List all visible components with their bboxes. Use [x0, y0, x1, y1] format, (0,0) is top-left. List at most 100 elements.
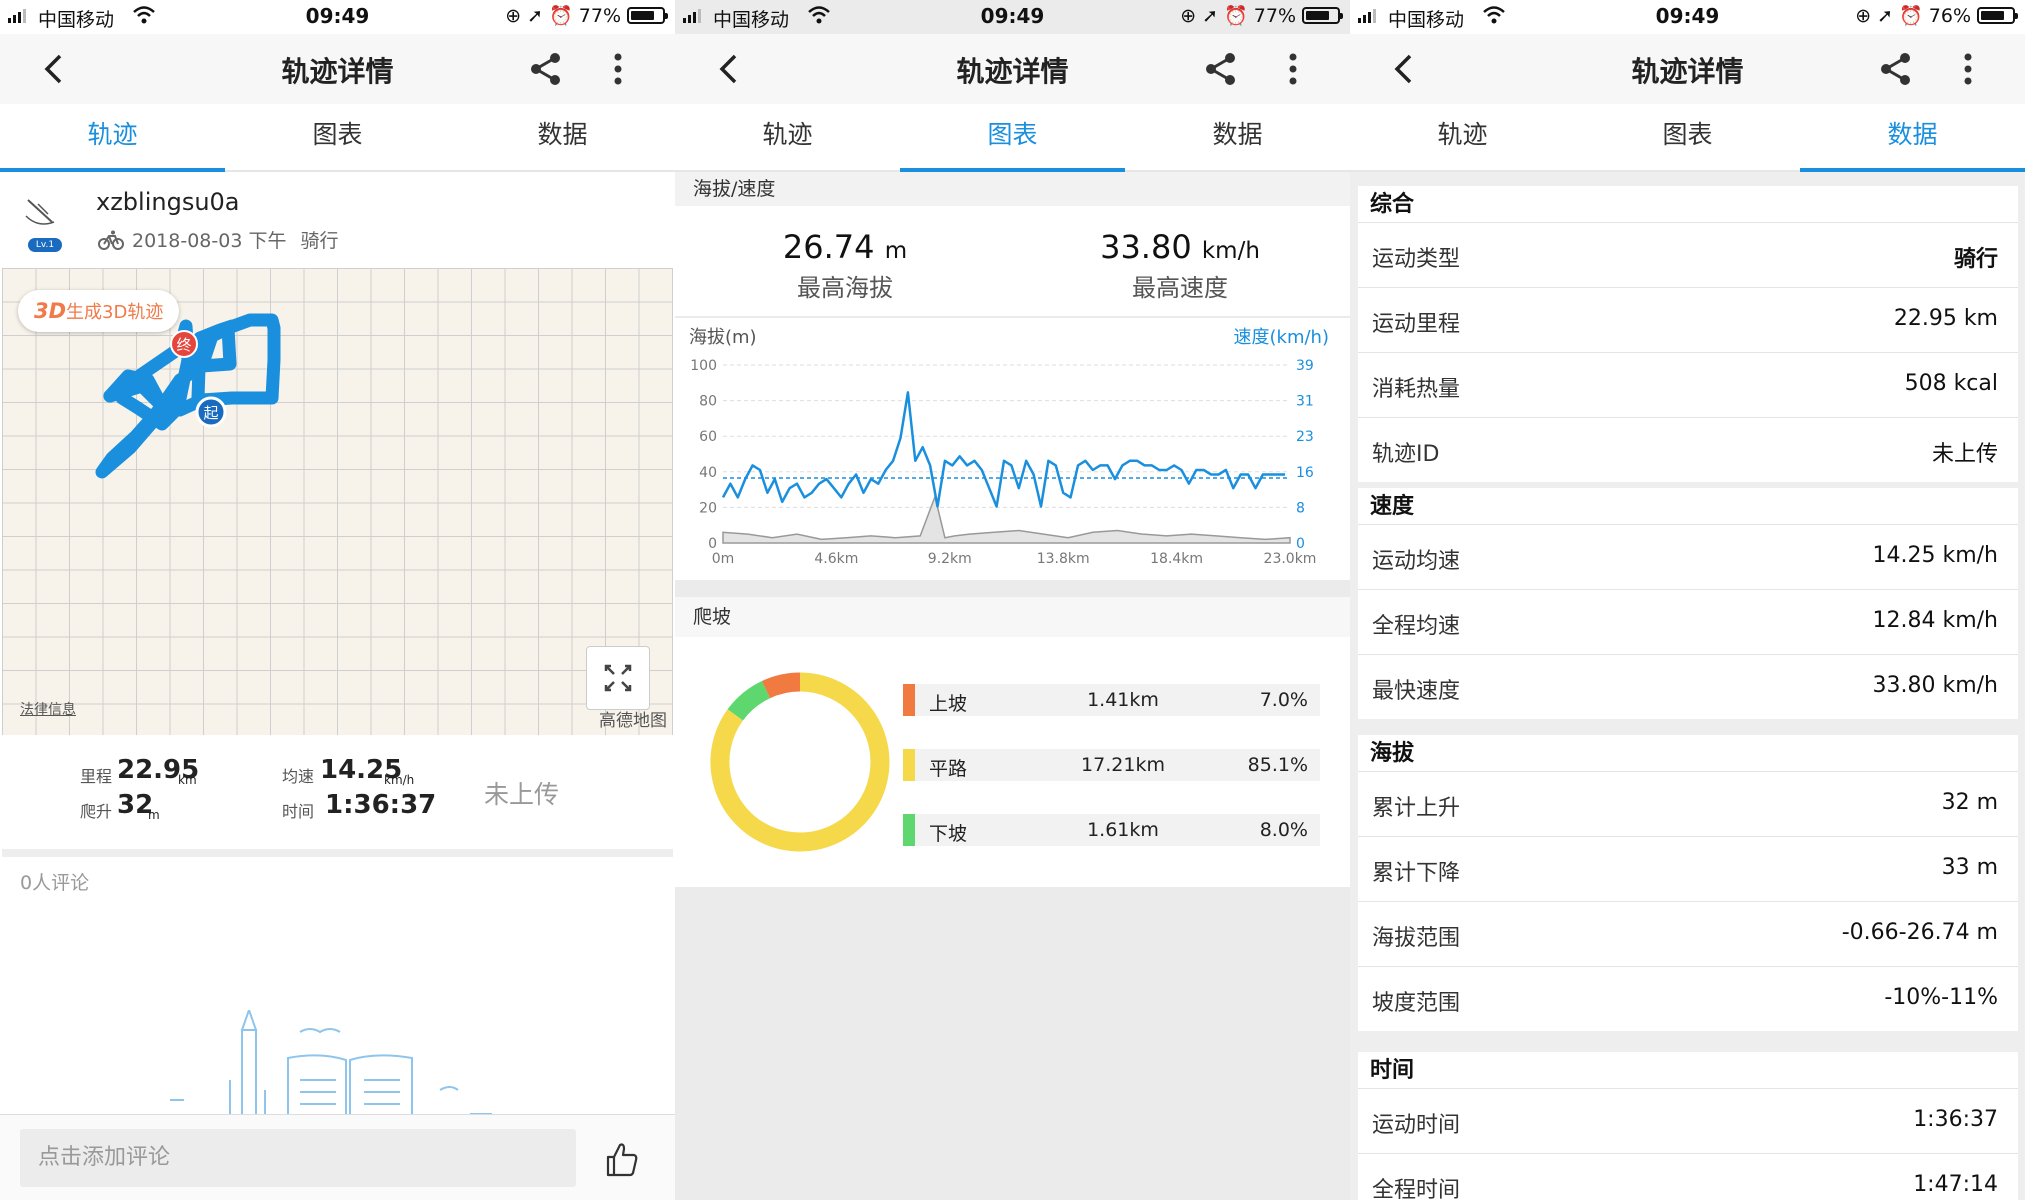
battery-percent: 76%	[1928, 4, 1971, 27]
tab-bar: 轨迹 图表 数据	[675, 104, 1350, 172]
legend-name-flat: 平路	[929, 758, 968, 780]
climb-label: 爬升	[80, 802, 113, 821]
climb-breakdown: 上坡 1.41km 7.0% 平路 17.21km 85.1% 下坡 1.61k…	[675, 637, 1350, 887]
status-bar: 中国移动 09:49 ⊕ ➚ ⏰ 77%	[675, 0, 1350, 34]
row-value: 33.80 km/h	[1872, 673, 1998, 698]
y-tick-label: 0	[708, 536, 717, 552]
row-value: -10%-11%	[1884, 985, 1998, 1010]
legend-swatch-downhill	[903, 814, 915, 846]
map-provider: 高德地图	[599, 711, 667, 731]
orientation-lock-icon: ⊕	[505, 4, 522, 27]
tab-chart[interactable]: 图表	[225, 104, 450, 170]
nav-header: 轨迹详情	[0, 34, 675, 104]
generate-3d-button[interactable]: 3D生成3D轨迹	[18, 290, 180, 332]
tab-bar: 轨迹 图表 数据	[0, 104, 675, 172]
status-bar: 中国移动 09:49 ⊕ ➚ ⏰ 77%	[0, 0, 675, 34]
tab-track[interactable]: 轨迹	[675, 104, 900, 170]
tab-track[interactable]: 轨迹	[0, 104, 225, 172]
nav-header: 轨迹详情	[1350, 34, 2025, 104]
row-value: 33 m	[1941, 855, 1998, 880]
group-title: 时间	[1358, 1052, 2018, 1089]
tab-data[interactable]: 数据	[450, 104, 675, 170]
upload-status[interactable]: 未上传	[484, 775, 559, 811]
page-title: 轨迹详情	[1631, 55, 1744, 88]
row-key: 海拔范围	[1372, 926, 1461, 951]
x-tick-label: 23.0km	[1264, 551, 1317, 567]
battery-percent: 77%	[1253, 4, 1296, 27]
tab-chart[interactable]: 图表	[1575, 104, 1800, 170]
climb-unit: m	[148, 808, 160, 822]
more-icon[interactable]	[604, 51, 632, 87]
row-key: 累计下降	[1372, 861, 1461, 886]
tab-data[interactable]: 数据	[1125, 104, 1350, 170]
nav-header: 轨迹详情	[675, 34, 1350, 104]
max-altitude-unit: m	[884, 238, 908, 264]
user-info: Lv.1 xzblingsu0a 2018-08-03 下午 骑行	[0, 172, 675, 268]
y2-tick-label: 8	[1296, 500, 1305, 516]
group-title: 海拔	[1358, 735, 2018, 772]
y-tick-label: 80	[699, 394, 717, 410]
data-row: 最快速度 33.80 km/h	[1358, 655, 2018, 719]
data-row: 累计上升 32 m	[1358, 772, 2018, 837]
more-icon[interactable]	[1954, 51, 1982, 87]
comment-count: 0人评论	[20, 872, 90, 894]
data-group-overview: 综合 运动类型 骑行 运动里程 22.95 km 消耗热量 508 kcal 轨迹ID…	[1358, 186, 2018, 482]
row-value: 骑行	[1953, 247, 1998, 272]
orientation-lock-icon: ⊕	[1855, 4, 1872, 27]
y-tick-label: 40	[699, 465, 717, 481]
comment-input[interactable]: 点击添加评论	[20, 1129, 576, 1187]
avatar[interactable]: Lv.1	[18, 192, 74, 254]
share-icon[interactable]	[1878, 51, 1914, 87]
row-key: 累计上升	[1372, 796, 1461, 821]
route-path: 终 起	[95, 313, 281, 479]
data-row: 轨迹ID 未上传	[1358, 418, 2018, 482]
duration-label: 时间	[282, 802, 315, 821]
row-key: 最快速度	[1372, 679, 1461, 704]
empty-comments-illustration	[140, 1010, 540, 1120]
data-row: 坡度范围 -10%-11%	[1358, 967, 2018, 1031]
track-map[interactable]: 终 起 3D生成3D轨迹 法律信息 高德地图	[2, 268, 673, 735]
y-axis-label: 海拔(m)	[689, 327, 757, 348]
like-icon[interactable]	[604, 1141, 638, 1177]
orientation-lock-icon: ⊕	[1180, 4, 1197, 27]
row-key: 全程时间	[1372, 1178, 1461, 1200]
y2-tick-label: 39	[1296, 358, 1314, 374]
y-tick-label: 20	[699, 500, 717, 516]
tab-data[interactable]: 数据	[1800, 104, 2025, 172]
row-key: 消耗热量	[1372, 377, 1461, 402]
legal-info-link[interactable]: 法律信息	[20, 699, 76, 719]
legend-distance-uphill: 1.41km	[1087, 689, 1159, 711]
legend-percent-downhill: 8.0%	[1259, 819, 1308, 841]
alarm-icon: ⏰	[549, 5, 573, 27]
legend-row-flat: 平路 17.21km 85.1%	[903, 749, 1320, 781]
alarm-icon: ⏰	[1224, 5, 1248, 27]
legend-name-downhill: 下坡	[929, 823, 968, 845]
tab-track[interactable]: 轨迹	[1350, 104, 1575, 170]
max-speed-unit: km/h	[1201, 238, 1260, 264]
share-icon[interactable]	[1203, 51, 1239, 87]
level-badge: Lv.1	[35, 240, 55, 250]
share-icon[interactable]	[528, 51, 564, 87]
max-altitude-value: 26.74	[782, 228, 875, 266]
track-stats: 里程 22.95 km 爬升 32 m 均速 14.25 km/h 时间 1:3…	[0, 735, 675, 847]
altitude-speed-chart[interactable]: 海拔(m) 速度(km/h) 0 0 20 8 40 16 60 23 80 31 100 39 0m 4.6…	[675, 318, 1350, 580]
row-key: 运动均速	[1372, 549, 1461, 574]
fullscreen-icon[interactable]	[586, 646, 650, 710]
row-value: 12.84 km/h	[1872, 608, 1998, 633]
more-icon[interactable]	[1279, 51, 1307, 87]
track-panel: 中国移动 09:49 ⊕ ➚ ⏰ 77% 轨迹详情 轨迹 图表 数据 Lv.1 …	[0, 0, 675, 1200]
x-tick-label: 0m	[712, 551, 735, 567]
y2-tick-label: 0	[1296, 536, 1305, 552]
line-chart: 海拔(m) 速度(km/h) 0 0 20 8 40 16 60 23 80 31 100 39 0m 4.6…	[689, 327, 1329, 567]
avg-speed-unit: km/h	[384, 773, 415, 787]
max-values: 26.74 m 最高海拔 33.80 km/h 最高速度	[675, 206, 1350, 316]
x-tick-label: 9.2km	[928, 551, 972, 567]
legend-row-uphill: 上坡 1.41km 7.0%	[903, 684, 1320, 716]
row-value: -0.66-26.74 m	[1841, 920, 1998, 945]
max-speed-value: 33.80	[1100, 228, 1192, 266]
tab-chart[interactable]: 图表	[900, 104, 1125, 172]
status-bar: 中国移动 09:49 ⊕ ➚ ⏰ 76%	[1350, 0, 2025, 34]
data-row: 运动时间 1:36:37	[1358, 1089, 2018, 1154]
donut-slice-downhill	[727, 680, 771, 721]
location-icon: ➚	[1202, 4, 1219, 27]
